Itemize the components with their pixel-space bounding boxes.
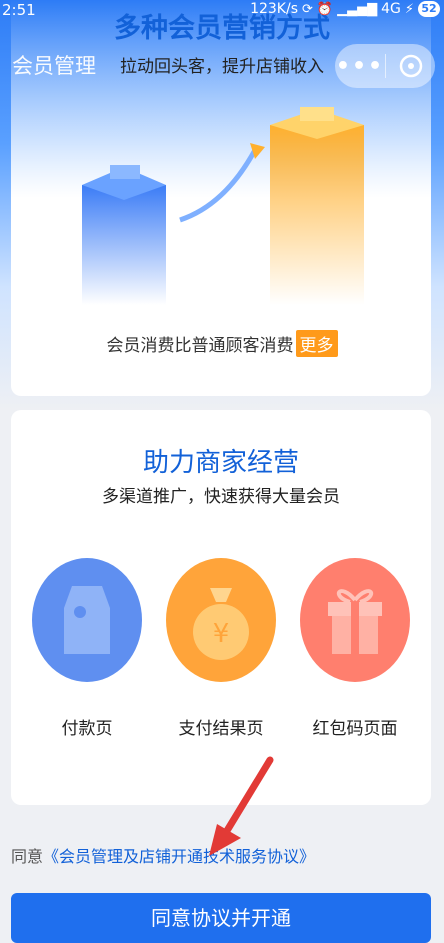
agreement-prefix: 同意 xyxy=(11,847,44,866)
page-title: 会员管理 xyxy=(12,54,96,78)
charging-icon: ⚡ xyxy=(404,1,414,17)
more-button[interactable]: 更多 xyxy=(295,330,338,357)
price-tag-icon xyxy=(32,558,142,682)
status-bar: 2:51 123K/s ⟳ ⏰ ▁▃▅▇ 4G ⚡ 52 xyxy=(0,0,444,24)
svg-text:¥: ¥ xyxy=(213,619,230,649)
status-time: 2:51 xyxy=(2,1,36,19)
marketing-bottom-text: 会员消费比普通顾客消费 xyxy=(106,336,294,356)
feature-label: 支付结果页 xyxy=(178,719,264,739)
battery-level: 52 xyxy=(418,1,440,17)
agree-and-open-button[interactable]: 同意协议并开通 xyxy=(11,893,431,943)
feature-payment-result-page[interactable]: ¥ 支付结果页 xyxy=(165,558,277,739)
network-type: 4G xyxy=(381,1,401,17)
feature-label: 付款页 xyxy=(61,719,113,739)
alarm-icon: ⏰ xyxy=(316,1,334,17)
feature-red-packet-page[interactable]: 红包码页面 xyxy=(299,558,411,739)
close-circle-icon[interactable] xyxy=(386,53,435,79)
status-right: 123K/s ⟳ ⏰ ▁▃▅▇ 4G ⚡ 52 xyxy=(250,1,440,17)
mini-program-capsule: ••• xyxy=(335,44,435,88)
money-bag-icon: ¥ xyxy=(166,558,276,682)
red-arrow-annotation xyxy=(209,756,274,856)
feature-payment-page[interactable]: 付款页 xyxy=(31,558,143,739)
feature-label: 红包码页面 xyxy=(312,719,398,739)
merchant-card: 助力商家经营 多渠道推广，快速获得大量会员 付款页 ¥ 支付结果页 红包码页面 xyxy=(11,410,431,805)
network-speed: 123K/s xyxy=(250,1,298,17)
marketing-bottom: 会员消费比普通顾客消费 更多 xyxy=(0,330,444,357)
growth-illustration xyxy=(82,107,364,305)
merchant-title: 助力商家经营 xyxy=(142,448,299,478)
signal-icon: ▁▃▅▇ xyxy=(337,1,378,17)
more-dots-icon[interactable]: ••• xyxy=(335,54,385,79)
gift-icon xyxy=(300,558,410,682)
sync-icon: ⟳ xyxy=(302,1,313,17)
merchant-subtitle: 多渠道推广，快速获得大量会员 xyxy=(102,487,340,507)
